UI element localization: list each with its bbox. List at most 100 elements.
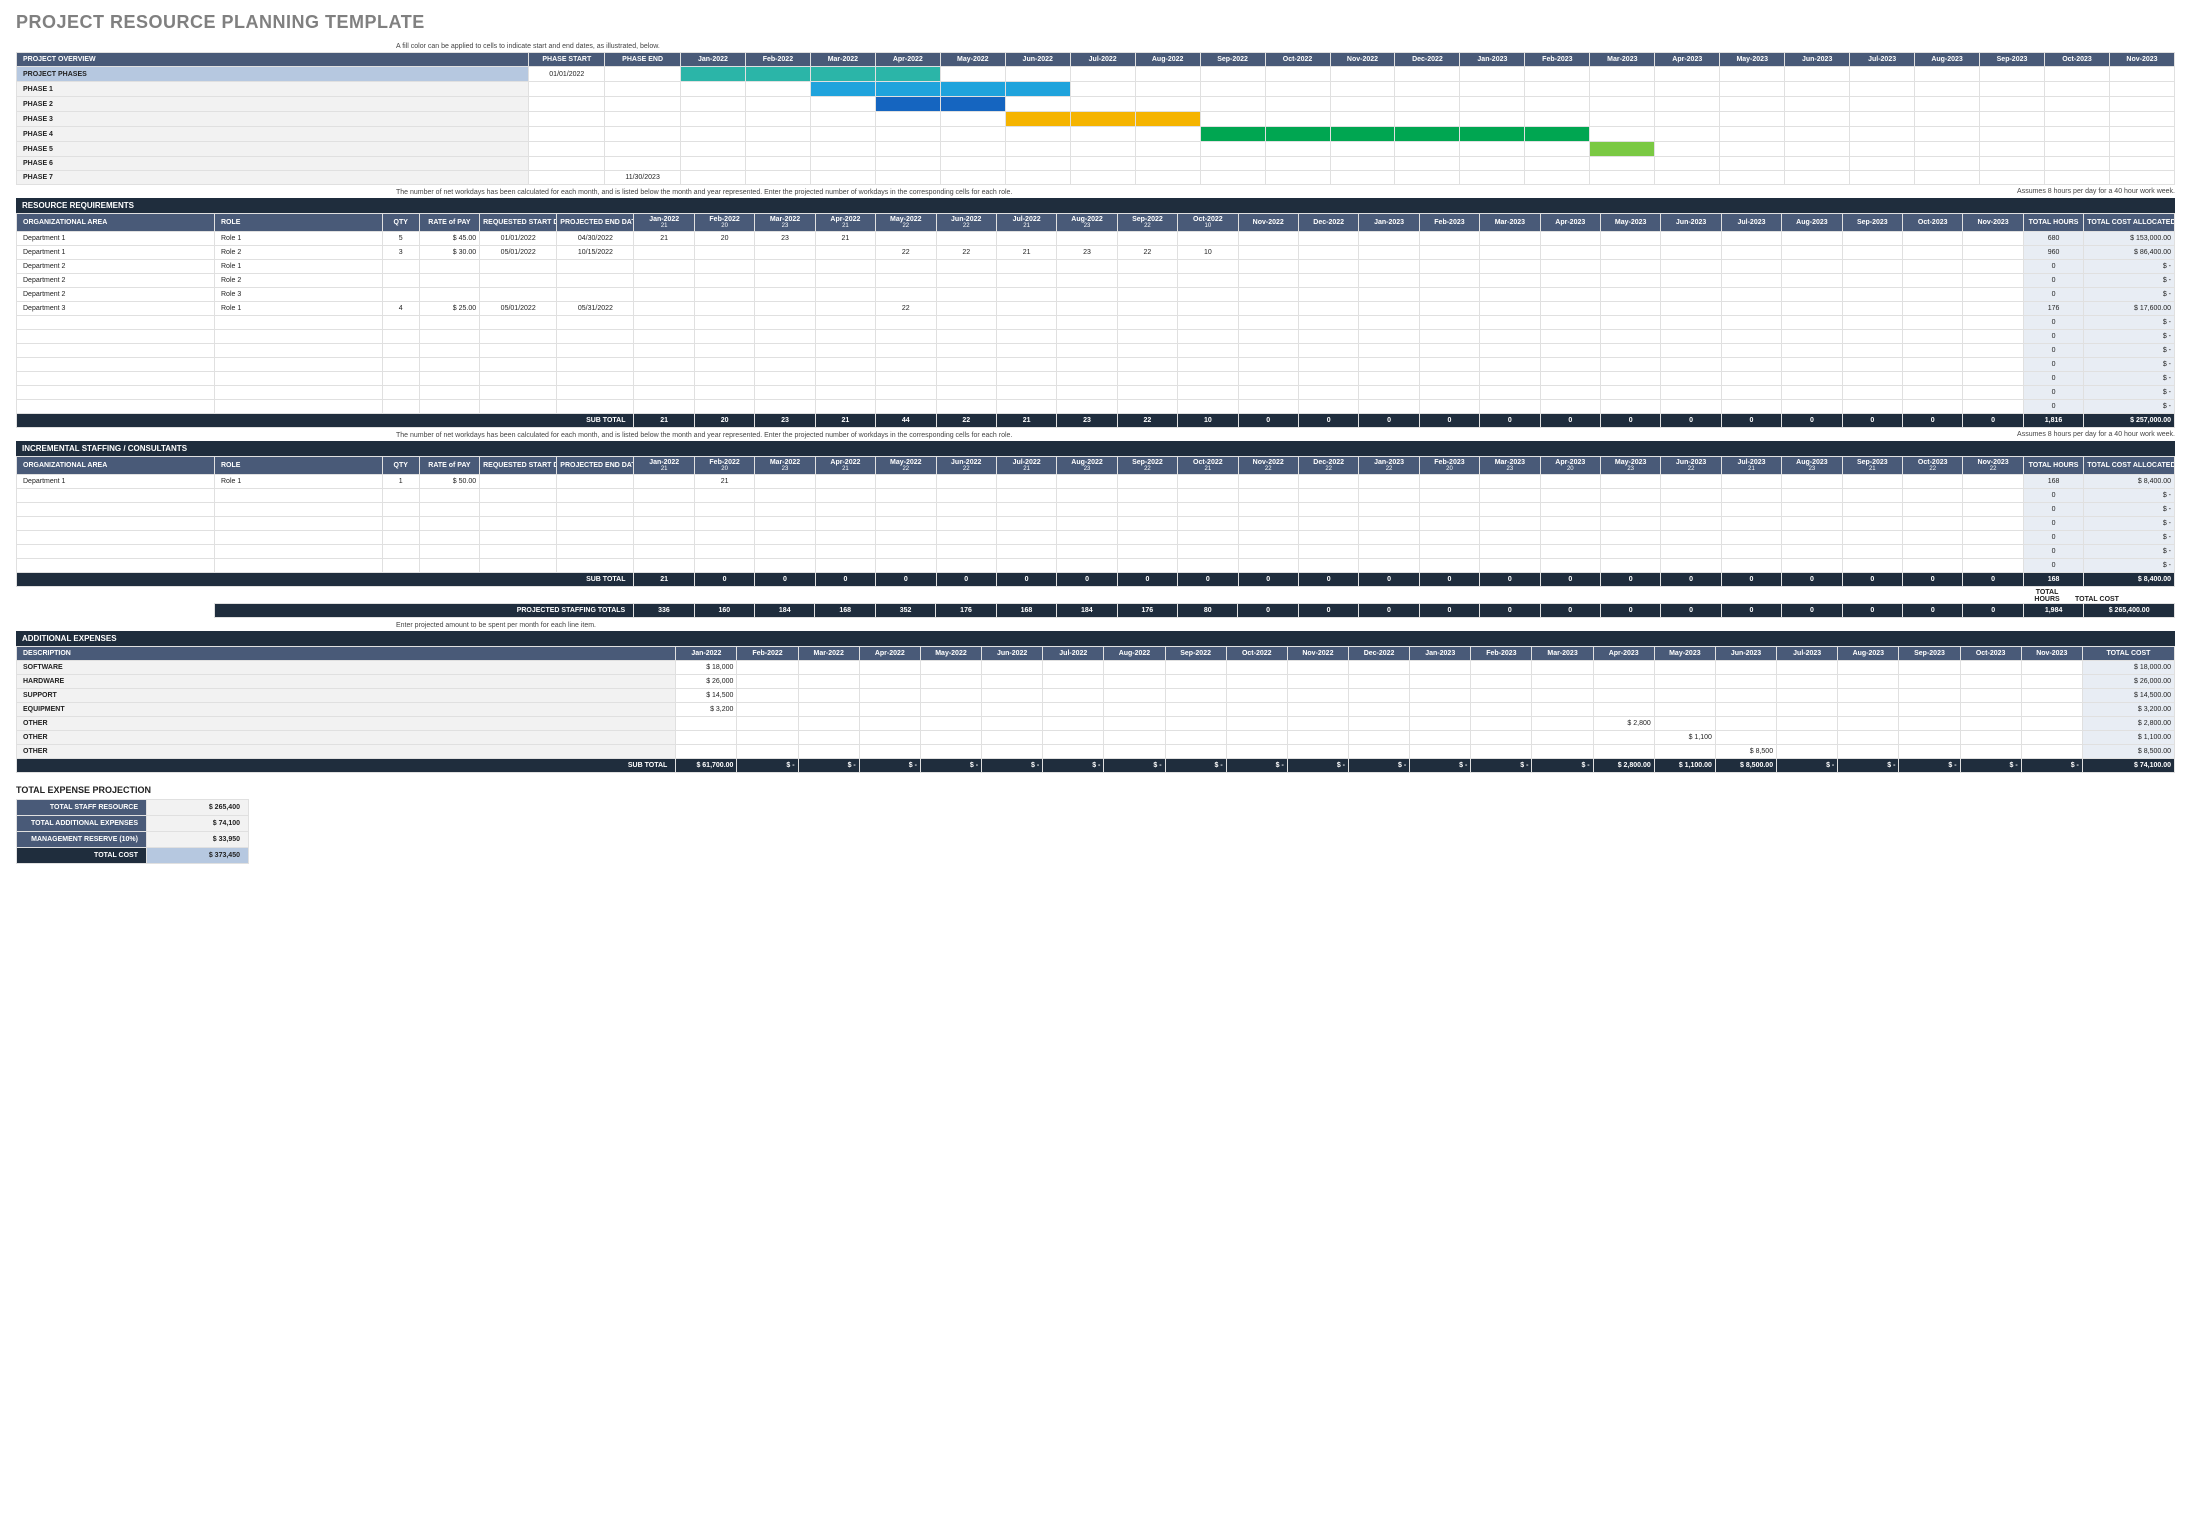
expense-month[interactable] [798, 703, 859, 717]
month-cell[interactable] [996, 358, 1056, 372]
req-cell[interactable] [480, 372, 557, 386]
req-cell[interactable] [480, 386, 557, 400]
month-cell[interactable] [1721, 517, 1781, 531]
expense-month[interactable] [1349, 689, 1410, 703]
gantt-cell[interactable] [1070, 171, 1135, 185]
req-cell[interactable] [480, 330, 557, 344]
expense-month[interactable] [1777, 703, 1838, 717]
month-cell[interactable]: 23 [1057, 246, 1117, 260]
gantt-cell[interactable] [2109, 127, 2174, 142]
gantt-cell[interactable] [2109, 97, 2174, 112]
expense-month[interactable] [1960, 689, 2021, 703]
gantt-cell[interactable] [1460, 142, 1525, 157]
gantt-cell[interactable] [1525, 82, 1590, 97]
gantt-cell[interactable] [1005, 171, 1070, 185]
expense-month[interactable] [859, 689, 920, 703]
role-cell[interactable] [215, 316, 383, 330]
gantt-cell[interactable] [1720, 97, 1785, 112]
gantt-cell[interactable] [1265, 112, 1330, 127]
qty-cell[interactable]: 3 [382, 246, 419, 260]
month-cell[interactable] [1238, 517, 1298, 531]
expense-month[interactable] [1410, 717, 1471, 731]
month-cell[interactable] [1600, 386, 1660, 400]
month-cell[interactable] [1359, 503, 1419, 517]
qty-cell[interactable] [382, 260, 419, 274]
expense-month[interactable] [2021, 703, 2082, 717]
expense-month[interactable] [1287, 689, 1348, 703]
month-cell[interactable] [1238, 400, 1298, 414]
month-cell[interactable] [1480, 330, 1540, 344]
gantt-cell[interactable] [680, 142, 745, 157]
month-cell[interactable] [1298, 274, 1358, 288]
month-cell[interactable] [1782, 517, 1842, 531]
expense-month[interactable] [1287, 745, 1348, 759]
month-cell[interactable] [1419, 400, 1479, 414]
area-cell[interactable] [17, 545, 215, 559]
gantt-cell[interactable] [1330, 157, 1395, 171]
month-cell[interactable] [1298, 316, 1358, 330]
expense-month[interactable] [1654, 717, 1715, 731]
expense-month[interactable] [1715, 703, 1776, 717]
rate-cell[interactable] [419, 531, 479, 545]
expense-month[interactable] [1777, 731, 1838, 745]
month-cell[interactable] [1178, 545, 1238, 559]
month-cell[interactable] [1842, 260, 1902, 274]
month-cell[interactable] [876, 531, 936, 545]
end-cell[interactable] [557, 330, 634, 344]
expense-month[interactable] [1532, 717, 1593, 731]
month-cell[interactable] [1419, 475, 1479, 489]
month-cell[interactable] [876, 475, 936, 489]
month-cell[interactable] [1540, 386, 1600, 400]
end-cell[interactable] [557, 545, 634, 559]
gantt-cell[interactable] [1200, 127, 1265, 142]
month-cell[interactable] [1721, 302, 1781, 316]
month-cell[interactable] [1359, 559, 1419, 573]
month-cell[interactable] [755, 246, 815, 260]
role-cell[interactable] [215, 503, 383, 517]
gantt-cell[interactable] [1720, 157, 1785, 171]
expense-month[interactable] [2021, 689, 2082, 703]
month-cell[interactable] [1480, 545, 1540, 559]
month-cell[interactable] [1359, 400, 1419, 414]
expense-month[interactable] [1960, 745, 2021, 759]
month-cell[interactable] [694, 531, 754, 545]
phase-start[interactable] [529, 82, 605, 97]
gantt-cell[interactable] [1135, 171, 1200, 185]
gantt-cell[interactable] [1460, 171, 1525, 185]
expense-month[interactable] [737, 703, 798, 717]
gantt-cell[interactable] [1590, 112, 1655, 127]
expense-month[interactable] [737, 661, 798, 675]
expense-month[interactable] [1899, 675, 1960, 689]
month-cell[interactable] [996, 260, 1056, 274]
expense-month[interactable] [982, 731, 1043, 745]
month-cell[interactable] [1903, 344, 1963, 358]
month-cell[interactable] [1782, 559, 1842, 573]
month-cell[interactable] [755, 372, 815, 386]
month-cell[interactable] [1480, 400, 1540, 414]
gantt-cell[interactable] [1005, 157, 1070, 171]
gantt-cell[interactable] [1070, 82, 1135, 97]
end-cell[interactable] [557, 559, 634, 573]
month-cell[interactable] [1963, 246, 2023, 260]
month-cell[interactable] [1963, 358, 2023, 372]
month-cell[interactable] [694, 386, 754, 400]
phase-start[interactable] [529, 142, 605, 157]
month-cell[interactable] [694, 274, 754, 288]
month-cell[interactable]: 10 [1178, 246, 1238, 260]
gantt-cell[interactable] [1980, 97, 2045, 112]
gantt-cell[interactable] [2109, 82, 2174, 97]
gantt-cell[interactable] [1460, 82, 1525, 97]
month-cell[interactable]: 22 [936, 246, 996, 260]
month-cell[interactable] [1117, 358, 1177, 372]
expense-month[interactable] [1104, 717, 1165, 731]
gantt-cell[interactable] [745, 142, 810, 157]
expense-month[interactable] [1593, 675, 1654, 689]
expense-month[interactable] [1899, 717, 1960, 731]
gantt-cell[interactable] [940, 82, 1005, 97]
month-cell[interactable] [1117, 400, 1177, 414]
role-cell[interactable] [215, 545, 383, 559]
role-cell[interactable]: Role 1 [215, 232, 383, 246]
gantt-cell[interactable] [1655, 112, 1720, 127]
month-cell[interactable] [1238, 344, 1298, 358]
month-cell[interactable] [1178, 288, 1238, 302]
